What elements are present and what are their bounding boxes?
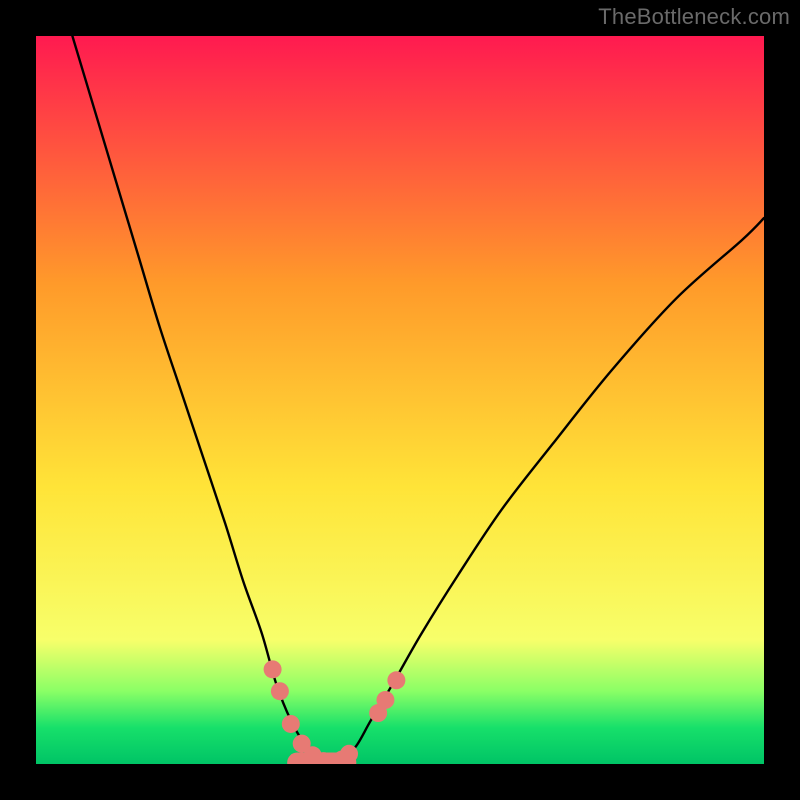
bottleneck-chart (36, 36, 764, 764)
marker-dot (387, 671, 405, 689)
marker-dot (282, 715, 300, 733)
gradient-background (36, 36, 764, 764)
watermark-text: TheBottleneck.com (598, 4, 790, 30)
marker-dot (271, 682, 289, 700)
marker-dot (340, 745, 358, 763)
plot-area (36, 36, 764, 764)
marker-dot (376, 691, 394, 709)
outer-frame: TheBottleneck.com (0, 0, 800, 800)
marker-dot (264, 660, 282, 678)
